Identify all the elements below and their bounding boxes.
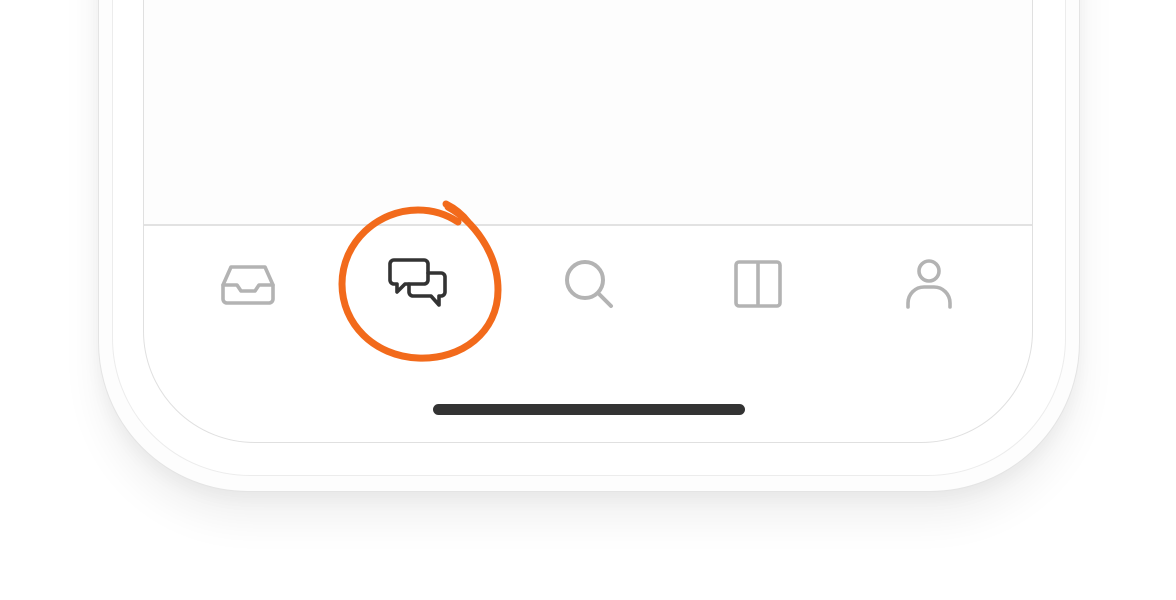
tab-search[interactable] <box>549 244 629 324</box>
profile-icon <box>906 259 952 309</box>
columns-icon <box>734 260 782 308</box>
tab-profile[interactable] <box>889 244 969 324</box>
chat-bubbles-icon <box>388 258 447 307</box>
screenshot-stage <box>0 0 1176 600</box>
tab-columns[interactable] <box>718 244 798 324</box>
search-icon <box>565 260 613 308</box>
home-indicator[interactable] <box>433 404 745 415</box>
tab-inbox[interactable] <box>208 244 288 324</box>
inbox-icon <box>221 265 275 305</box>
tab-bar <box>144 226 1032 356</box>
tab-chats[interactable] <box>378 244 458 324</box>
phone-screen <box>143 0 1033 443</box>
content-area <box>144 0 1032 224</box>
